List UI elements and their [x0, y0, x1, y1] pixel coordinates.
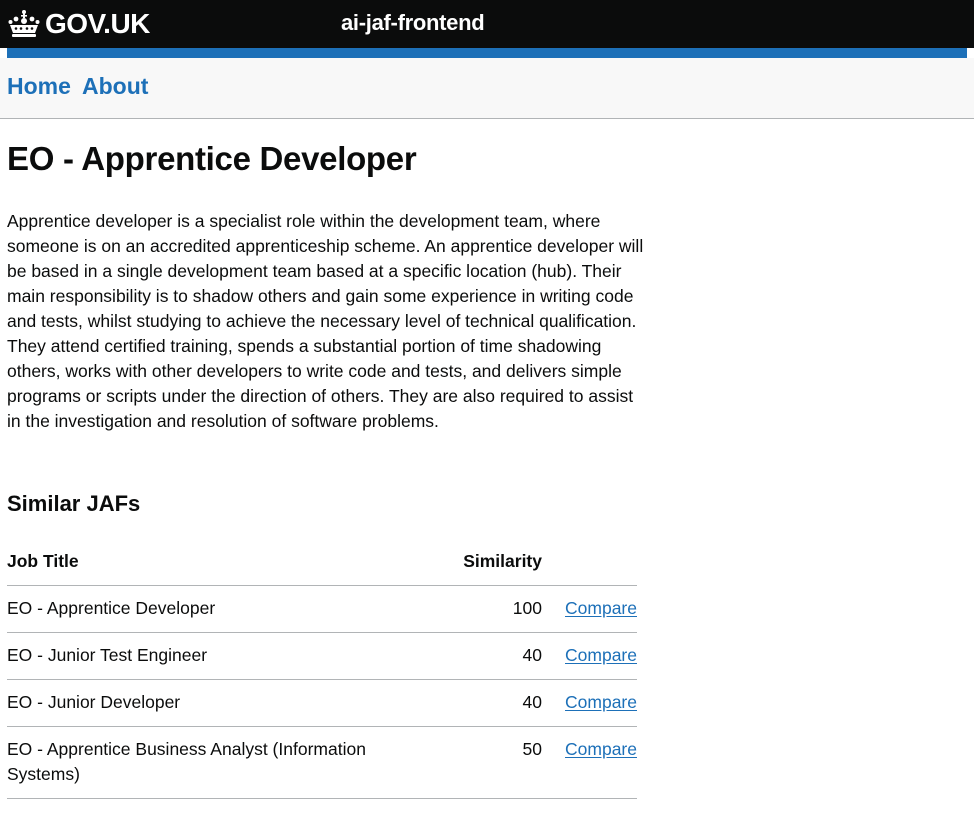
similarity-cell: 50	[407, 726, 542, 799]
compare-link[interactable]: Compare	[565, 645, 637, 665]
header-accent-bar	[7, 48, 967, 58]
job-description: Apprentice developer is a specialist rol…	[7, 211, 644, 431]
column-header-similarity: Similarity	[407, 538, 542, 586]
similar-jafs-table: Job Title Similarity EO - Apprentice Dev…	[7, 538, 637, 799]
compare-link[interactable]: Compare	[565, 598, 637, 618]
table-row: EO - Junior Developer 40 Compare	[7, 679, 637, 727]
table-row: EO - Junior Test Engineer 40 Compare	[7, 632, 637, 680]
similar-jafs-heading: Similar JAFs	[7, 491, 141, 516]
job-title-cell: EO - Junior Test Engineer	[7, 632, 407, 680]
navigation-bar: Home About	[0, 58, 974, 119]
crown-icon	[8, 10, 40, 37]
job-title-cell: EO - Junior Developer	[7, 679, 407, 727]
similarity-cell: 40	[407, 679, 542, 727]
similarity-cell: 100	[407, 585, 542, 633]
service-name-link[interactable]: ai-jaf-frontend	[341, 9, 485, 37]
table-header-row: Job Title Similarity	[7, 538, 637, 586]
table-row: EO - Apprentice Business Analyst (Inform…	[7, 726, 637, 799]
govuk-logo-link[interactable]: GOV.UK	[7, 8, 150, 40]
brand-text: GOV.UK	[45, 8, 150, 39]
table-row: EO - Apprentice Developer 100 Compare	[7, 585, 637, 633]
column-header-job-title: Job Title	[7, 538, 407, 586]
nav-link-home[interactable]: Home	[7, 71, 71, 101]
nav-link-about[interactable]: About	[82, 71, 148, 101]
page-title: EO - Apprentice Developer	[7, 140, 417, 177]
job-title-cell: EO - Apprentice Business Analyst (Inform…	[7, 726, 407, 799]
column-header-action	[542, 538, 637, 586]
compare-link[interactable]: Compare	[565, 692, 637, 712]
site-header: GOV.UK ai-jaf-frontend	[0, 0, 974, 48]
compare-link[interactable]: Compare	[565, 739, 637, 759]
similarity-cell: 40	[407, 632, 542, 680]
job-title-cell: EO - Apprentice Developer	[7, 585, 407, 633]
